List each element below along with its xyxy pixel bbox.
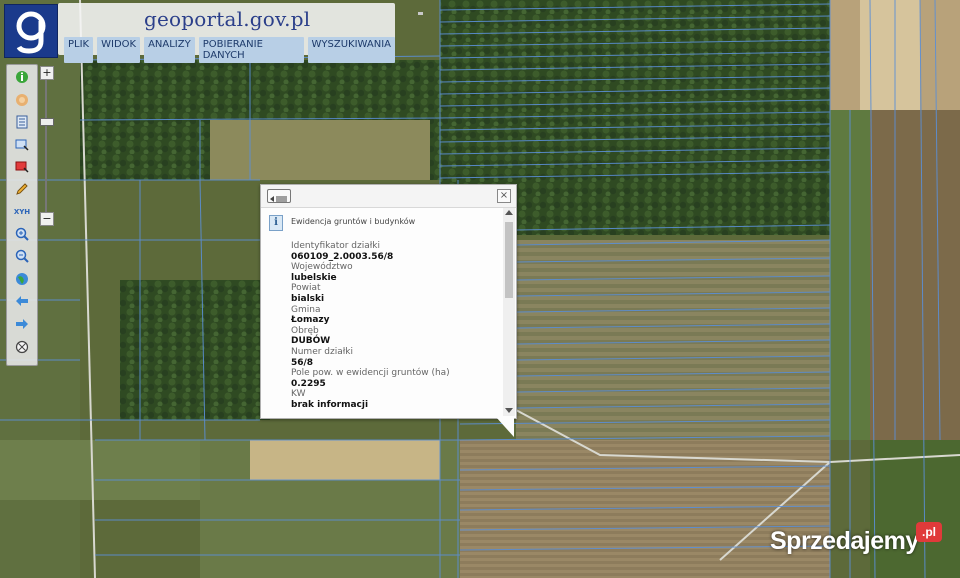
watermark-text: Sprzedajemy [770,527,919,555]
xyz-label: XYH [13,208,31,216]
popup-title: Ewidencja gruntów i budynków [291,217,416,226]
field-value: lubelskie [291,272,337,283]
watermark-badge: .pl [916,522,942,542]
field-value: Łomazy [291,315,330,326]
field-label: Gmina [291,304,321,315]
zoom-minus-button[interactable]: − [40,212,54,226]
app-header: geoportal.gov.pl PLIK WIDOK ANALIZY POBI… [58,3,423,63]
globe-icon[interactable] [12,269,32,289]
menu-wyszukiwania[interactable]: WYSZUKIWANIA [307,37,395,63]
popup-pointer [496,417,514,437]
parcel-info-popup: × i Ewidencja gruntów i budynków Identyf… [260,184,517,419]
popup-fields: Identyfikator działki 060109_2.0003.56/8… [291,241,499,414]
menu-analizy[interactable]: ANALIZY [144,37,195,63]
popup-scrollbar[interactable] [503,208,515,416]
close-icon[interactable]: × [497,189,511,203]
menu-widok[interactable]: WIDOK [97,37,141,63]
field-value: DUBÓW [291,336,331,347]
select-area-icon[interactable] [12,135,32,155]
field-value: 56/8 [291,357,314,368]
map-toolbar: XYH [6,64,38,366]
xyz-icon[interactable]: XYH [12,202,32,222]
scroll-down-icon[interactable] [505,408,513,413]
list-back-button[interactable] [267,189,291,203]
zoom-plus-button[interactable]: + [40,66,54,80]
geoportal-logo[interactable] [4,4,58,58]
zoom-knob[interactable] [40,118,54,126]
menu-plik[interactable]: PLIK [64,37,94,63]
main-menu: PLIK WIDOK ANALIZY POBIERANIE DANYCH WYS… [64,37,395,63]
select-red-icon[interactable] [12,157,32,177]
field-label: Obręb [291,325,319,336]
arrow-left-icon[interactable] [12,291,32,311]
zoom-slider: + − [40,66,54,226]
popup-header: × [261,185,516,208]
zoom-in-icon[interactable] [12,224,32,244]
field-label: Województwo [291,262,353,273]
field-label: Numer działki [291,346,354,357]
field-value: 060109_2.0003.56/8 [291,251,394,262]
field-label: Pole pow. w ewidencji gruntów (ha) [291,368,450,379]
field-label: Identyfikator działki [291,241,381,251]
layers-icon[interactable] [12,112,32,132]
scroll-thumb[interactable] [505,222,513,298]
site-title: geoportal.gov.pl [144,7,311,31]
field-value: brak informacji [291,399,369,410]
info-icon: i [269,215,283,231]
field-value: 0.2295 [291,378,326,389]
field-label: KW [291,389,306,400]
zoom-track[interactable] [45,80,47,212]
g-logo-icon [16,11,46,54]
menu-pobieranie-danych[interactable]: POBIERANIE DANYCH [198,37,304,63]
list-icon [270,196,287,202]
header-dot [418,12,423,15]
zoom-out-icon[interactable] [12,246,32,266]
arrow-right-icon[interactable] [12,314,32,334]
info-tool-icon[interactable] [12,67,32,87]
field-value: bialski [291,293,325,304]
field-label: Powiat [291,283,321,294]
scroll-up-icon[interactable] [505,210,513,215]
pencil-icon[interactable] [12,179,32,199]
hand-icon[interactable] [12,90,32,110]
compass-icon[interactable] [12,337,32,357]
